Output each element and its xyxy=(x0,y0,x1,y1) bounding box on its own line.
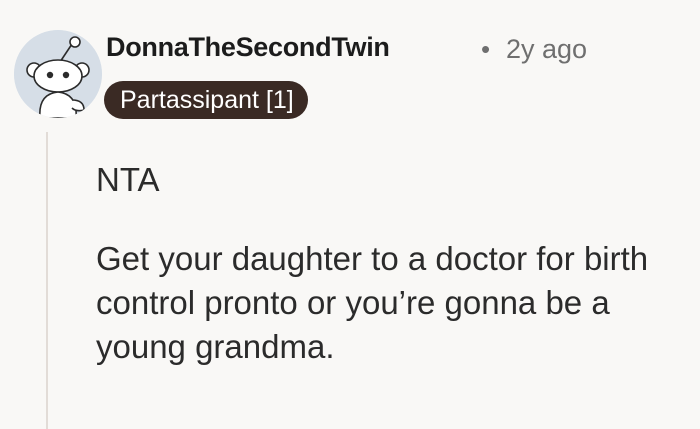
user-flair-badge: Partassipant [1] xyxy=(104,81,308,119)
comment-body: NTA Get your daughter to a doctor for bi… xyxy=(96,158,686,369)
comment-paragraph: NTA xyxy=(96,161,160,198)
author-username[interactable]: DonnaTheSecondTwin xyxy=(106,32,390,63)
snoo-avatar-icon xyxy=(14,30,102,118)
collapse-thread-handle[interactable] xyxy=(36,132,58,429)
comment-paragraph: Get your daughter to a doctor for birth … xyxy=(96,240,649,365)
comment-timestamp[interactable]: 2y ago xyxy=(506,34,587,65)
comment: DonnaTheSecondTwin • 2y ago Partassipant… xyxy=(0,0,700,429)
meta-separator: • xyxy=(481,34,491,64)
user-avatar[interactable] xyxy=(14,30,102,118)
